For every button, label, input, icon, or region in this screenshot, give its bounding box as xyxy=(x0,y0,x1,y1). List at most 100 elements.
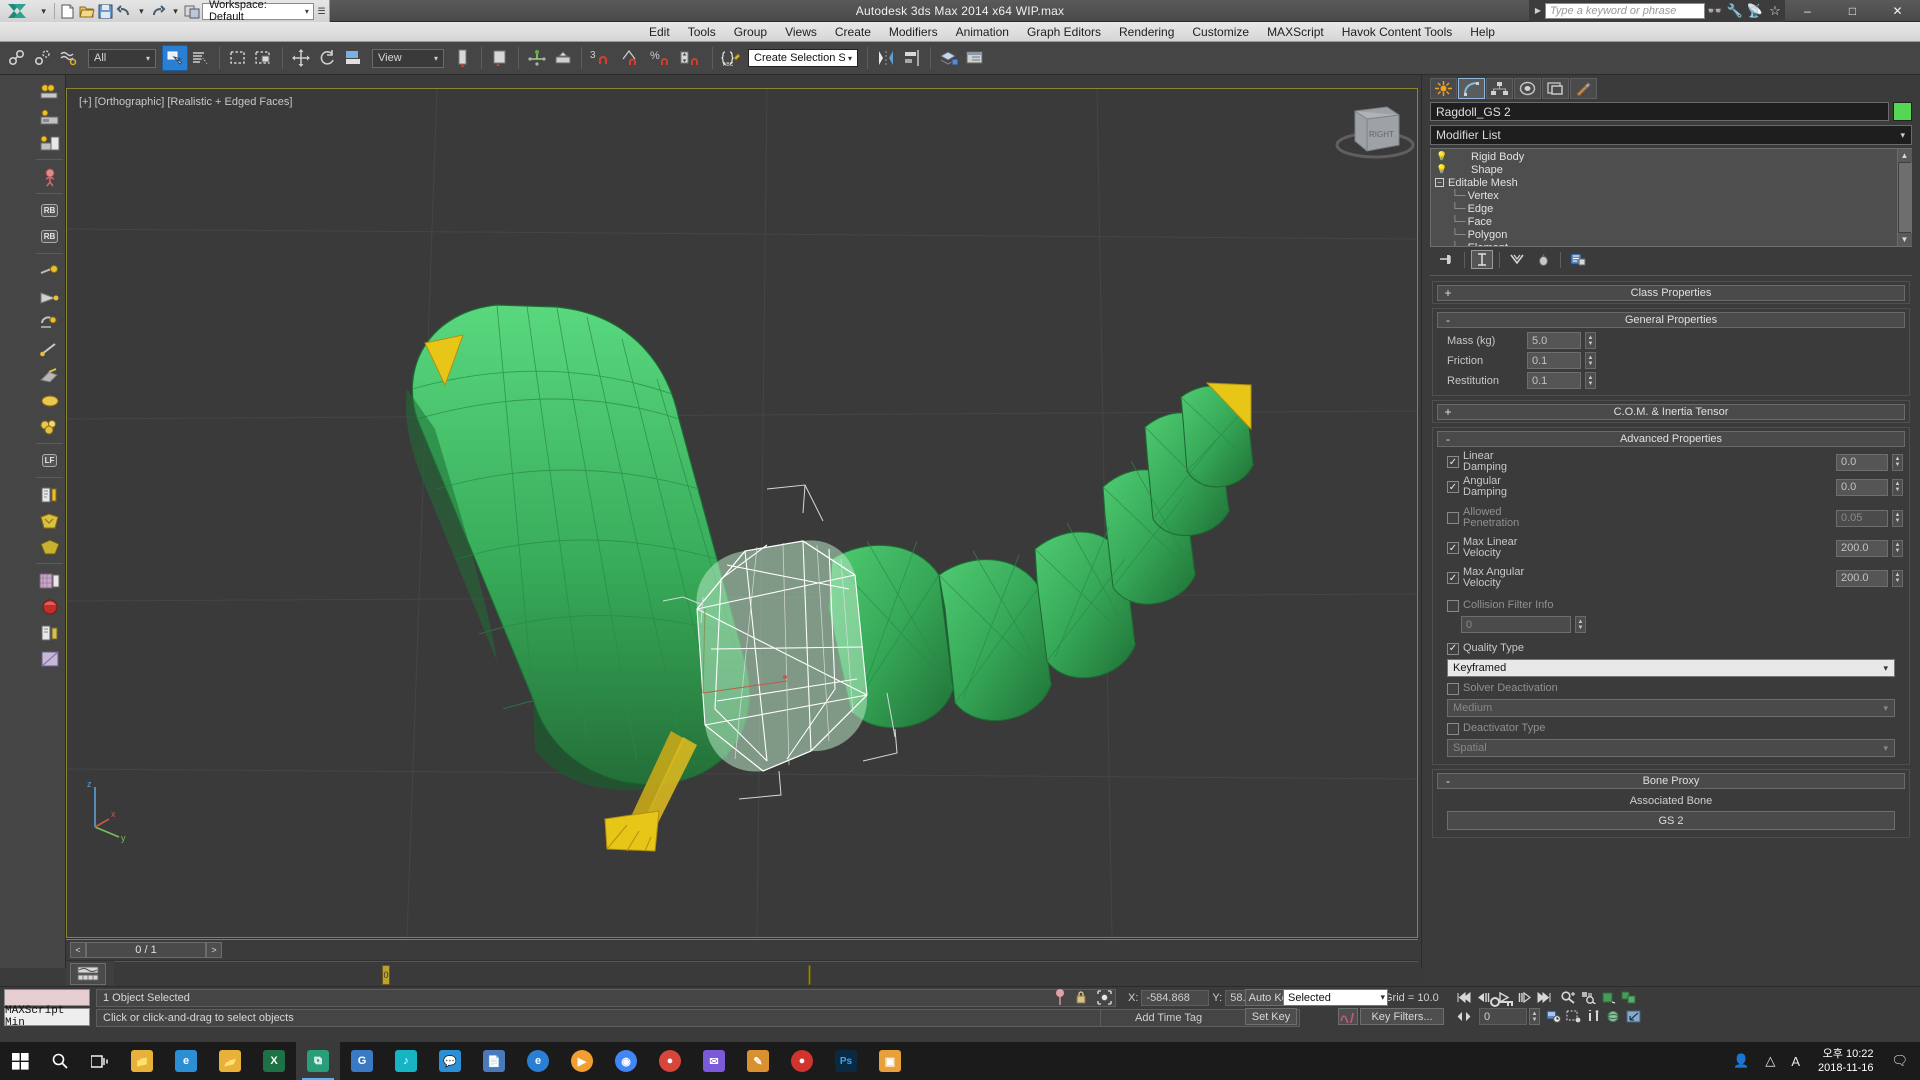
scroll-up-icon[interactable]: ▲ xyxy=(1897,149,1912,162)
friction-field[interactable]: 0.1 xyxy=(1527,352,1581,369)
close-button[interactable]: ✕ xyxy=(1875,0,1920,22)
x-coordinate[interactable]: X: -584.868 xyxy=(1128,990,1210,1006)
scrollbar-thumb[interactable] xyxy=(1898,163,1911,232)
keyboard-shortcut-override-icon[interactable] xyxy=(524,45,550,71)
notification-icon[interactable]: 🗨 xyxy=(1883,1053,1916,1069)
stack-item-vertex[interactable]: └─ Vertex xyxy=(1431,189,1897,202)
go-to-end-icon[interactable] xyxy=(1535,989,1553,1006)
allowed-penetration-checkbox[interactable]: ✓ xyxy=(1447,512,1459,524)
stack-item-shape[interactable]: 💡 Shape xyxy=(1431,163,1897,176)
mass-spinner[interactable]: ▲ ▼ xyxy=(1585,332,1596,349)
select-object-icon[interactable] xyxy=(162,45,188,71)
friction-spinner[interactable]: ▲ ▼ xyxy=(1585,352,1596,369)
orthographic-viewport[interactable]: [+] [Orthographic] [Realistic + Edged Fa… xyxy=(66,88,1418,938)
sphere-shape-icon[interactable] xyxy=(36,388,64,413)
people-icon[interactable]: 👤 xyxy=(1725,1053,1757,1069)
angular-damping-checkbox[interactable]: ✓ xyxy=(1447,481,1459,493)
display-tab[interactable] xyxy=(1542,78,1569,99)
taskbar-app-red[interactable]: ● xyxy=(780,1042,824,1080)
taskbar-app-chat[interactable]: 💬 xyxy=(428,1042,472,1080)
maxscript-mini-listener[interactable] xyxy=(4,989,90,1006)
reference-coordinate-combo[interactable]: View ▾ xyxy=(372,48,444,68)
stack-item-face[interactable]: └─ Face xyxy=(1431,215,1897,228)
pin-stack-icon[interactable] xyxy=(1436,250,1458,269)
ball-socket-constraint-icon[interactable] xyxy=(36,310,64,335)
constraint-icon[interactable] xyxy=(36,258,64,283)
key-filters-button[interactable]: Key Filters... xyxy=(1360,1008,1444,1025)
mass-field[interactable]: 5.0 xyxy=(1527,332,1581,349)
taskbar-app-file-explorer[interactable]: 📁 xyxy=(120,1042,164,1080)
menu-create[interactable]: Create xyxy=(826,22,880,42)
undo-icon[interactable] xyxy=(115,1,134,21)
task-view-icon[interactable] xyxy=(80,1042,120,1080)
pin-icon[interactable] xyxy=(1055,989,1065,1005)
quality-type-checkbox[interactable]: ✓ xyxy=(1447,642,1459,655)
next-frame-button[interactable]: > xyxy=(206,941,222,958)
deactivator-type-dropdown[interactable]: Spatial ▾ xyxy=(1447,739,1895,757)
zoom-region-icon[interactable] xyxy=(1559,989,1577,1006)
set-key-button[interactable]: Set Key xyxy=(1245,1008,1297,1025)
taskbar-app-excel[interactable]: X xyxy=(252,1042,296,1080)
current-frame-field[interactable]: 0 xyxy=(1479,1008,1527,1025)
percent-snap-toggle-icon[interactable]: % xyxy=(647,45,677,71)
taskbar-app-tomato[interactable]: ● xyxy=(648,1042,692,1080)
key-mode-combo[interactable]: Selected ▾ xyxy=(1283,989,1388,1006)
use-center-flyout-icon[interactable] xyxy=(450,45,476,71)
search-icon[interactable] xyxy=(40,1042,80,1080)
max-angular-velocity-field[interactable]: 200.0 xyxy=(1836,569,1888,587)
open-file-icon[interactable] xyxy=(77,1,96,21)
havok-preview-icon[interactable] xyxy=(36,104,64,129)
isolate-selection-icon[interactable] xyxy=(1097,989,1112,1005)
pan-view-icon[interactable] xyxy=(1585,1008,1603,1025)
general-properties-header[interactable]: - General Properties xyxy=(1437,312,1905,328)
open-mini-curve-editor-button[interactable] xyxy=(70,963,106,985)
menu-tools[interactable]: Tools xyxy=(679,22,725,42)
taskbar-app-tiktok[interactable]: ♪ xyxy=(384,1042,428,1080)
minus-box-icon[interactable]: − xyxy=(1435,178,1444,187)
edit-named-selection-sets-icon[interactable]: ABC xyxy=(718,45,744,71)
havok-export-icon[interactable] xyxy=(36,78,64,103)
quality-type-dropdown[interactable]: Keyframed ▾ xyxy=(1447,659,1895,677)
utilities-tab[interactable] xyxy=(1570,78,1597,99)
ragdoll-icon[interactable] xyxy=(36,164,64,189)
go-to-start-icon[interactable] xyxy=(1455,989,1473,1006)
taskbar-app-lightroom[interactable]: ▣ xyxy=(868,1042,912,1080)
create-tab[interactable] xyxy=(1430,78,1457,99)
associated-bone-field[interactable]: GS 2 xyxy=(1447,811,1895,830)
linear-damping-spinner[interactable]: ▲ ▼ xyxy=(1892,453,1903,471)
selection-set-combo[interactable]: Create Selection Set ▾ xyxy=(748,49,858,67)
stiff-spring-icon[interactable] xyxy=(36,336,64,361)
minimize-button[interactable]: – xyxy=(1785,0,1830,22)
cloth-icon[interactable] xyxy=(36,568,64,593)
layer-manager-icon[interactable] xyxy=(936,45,962,71)
mirror-icon[interactable] xyxy=(873,45,899,71)
menu-rendering[interactable]: Rendering xyxy=(1110,22,1183,42)
satellite-icon[interactable]: 📡 xyxy=(1745,0,1765,22)
object-name-field[interactable]: Ragdoll_GS 2 xyxy=(1430,102,1889,121)
rigid-body-multi-icon[interactable]: RB xyxy=(36,224,64,249)
search-expand-icon[interactable]: ▶ xyxy=(1535,6,1541,15)
properties-icon[interactable] xyxy=(36,482,64,507)
max-angular-velocity-checkbox[interactable]: ✓ xyxy=(1447,572,1459,584)
prev-frame-button[interactable]: < xyxy=(70,941,86,958)
class-properties-header[interactable]: + Class Properties xyxy=(1437,285,1905,301)
restore-button[interactable]: □ xyxy=(1830,0,1875,22)
show-end-result-icon[interactable] xyxy=(1471,250,1493,269)
taskbar-app-3dsmax[interactable]: ⧉ xyxy=(296,1042,340,1080)
com-inertia-header[interactable]: + C.O.M. & Inertia Tensor xyxy=(1437,404,1905,420)
phantom-icon[interactable] xyxy=(36,508,64,533)
max-linear-velocity-spinner[interactable]: ▲ ▼ xyxy=(1892,539,1903,557)
next-frame-icon[interactable] xyxy=(1515,989,1533,1006)
undo-dropdown-icon[interactable]: ▾ xyxy=(134,6,149,17)
linear-damping-checkbox[interactable]: ✓ xyxy=(1447,456,1459,468)
maximize-viewport-toggle-icon[interactable] xyxy=(1625,1008,1643,1025)
track-bar-track[interactable]: 0 xyxy=(114,961,1418,986)
taskbar-app-media-player[interactable]: ▶ xyxy=(560,1042,604,1080)
play-animation-icon[interactable] xyxy=(1495,989,1513,1006)
time-indicator[interactable] xyxy=(808,965,811,985)
key-marker[interactable]: 0 xyxy=(382,965,390,985)
redo-icon[interactable] xyxy=(149,1,168,21)
vehicle-icon[interactable] xyxy=(36,620,64,645)
scroll-down-icon[interactable]: ▼ xyxy=(1897,233,1912,246)
max-angular-velocity-spinner[interactable]: ▲ ▼ xyxy=(1892,569,1903,587)
